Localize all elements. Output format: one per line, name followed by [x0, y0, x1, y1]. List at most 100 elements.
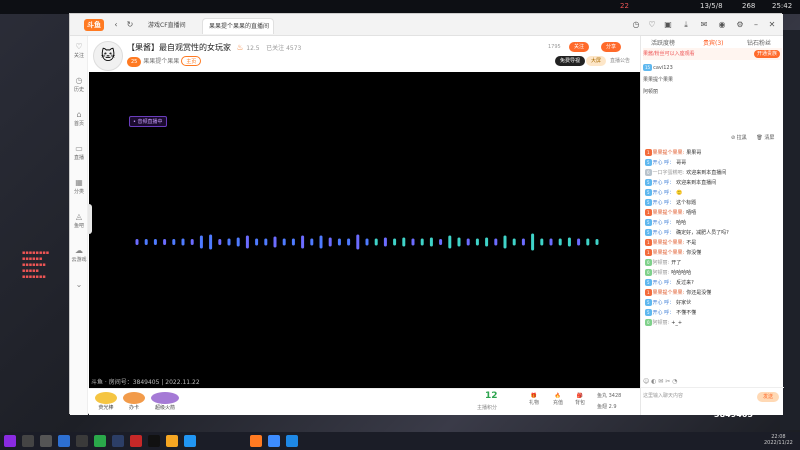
chat-message[interactable]: 5 开心 呼： 好家伙: [641, 298, 784, 308]
gift-box-button[interactable]: 🎁 礼物: [529, 393, 539, 406]
chat-nick[interactable]: 果果提个果果:: [653, 210, 685, 216]
chat-message[interactable]: 1 果果提个果果: 不是: [641, 238, 784, 248]
chat-nick[interactable]: 果果提个果果:: [653, 240, 685, 246]
chat-nick[interactable]: 开心 呼：: [653, 230, 675, 236]
streamer-avatar[interactable]: 🐱: [93, 41, 123, 71]
gift-rocket[interactable]: 超级火箭: [151, 392, 179, 412]
chat-message[interactable]: 0 阿顿丽: 哈哈哈哈: [641, 268, 784, 278]
chat-message[interactable]: 5 开心 呼： 确定好，减肥人员了吗?: [641, 228, 784, 238]
app-icon[interactable]: [76, 435, 88, 447]
chat-message[interactable]: 1 果果提个果果: 你还是没懂: [641, 288, 784, 298]
clear-button[interactable]: 🗑 清屏: [756, 135, 774, 141]
back-icon[interactable]: ‹: [110, 19, 122, 31]
sidebar-item-live[interactable]: ▭ 直播: [70, 144, 88, 168]
sidebar-item-home[interactable]: ⌂ 首页: [70, 110, 88, 134]
sidebar-expand[interactable]: ⌄: [70, 280, 88, 304]
chat-message[interactable]: 5 开心 呼： 不懂不懂: [641, 308, 784, 318]
chat-message[interactable]: 5 开心 呼： 欢迎来到本直播间: [641, 178, 784, 188]
app-icon[interactable]: [286, 435, 298, 447]
chat-input-row: ☺ ◐ ✉ ✂ ◔ 这里输入聊天内容 发送: [641, 378, 784, 415]
share-button[interactable]: 分享: [601, 42, 622, 52]
video-player[interactable]: • 音频直播中 斗鱼 · 房间号：3849405 | 2022.11.22: [89, 72, 640, 388]
announcement-link[interactable]: 直播公告: [605, 56, 635, 66]
big-screen-tag[interactable]: 大屏: [586, 56, 607, 66]
tab-vip[interactable]: 贵宾(3): [703, 38, 724, 47]
app-icon[interactable]: [166, 435, 178, 447]
chat-message[interactable]: 5 开心 呼： 这个标题: [641, 198, 784, 208]
close-icon[interactable]: ✕: [766, 19, 778, 31]
chat-message[interactable]: 0 阿顿丽: +_+: [641, 318, 784, 328]
chat-nick[interactable]: 阿顿丽:: [653, 270, 670, 276]
chat-nick[interactable]: 开心 呼：: [653, 300, 675, 306]
block-button[interactable]: ⊘ 拉黑: [731, 135, 747, 141]
send-button[interactable]: 发送: [757, 392, 779, 402]
chat-message[interactable]: 5 开心 呼： 反过来?: [641, 278, 784, 288]
chat-nick[interactable]: 开心 呼：: [653, 200, 675, 206]
recharge-button[interactable]: 🔥 充值: [553, 393, 563, 406]
sidebar-item-cloudgame[interactable]: ☁ 云游戏: [70, 246, 88, 270]
chat-message[interactable]: 1 果果提个果果: 果果哥: [641, 148, 784, 158]
streamer-name[interactable]: 果果提个果果: [143, 58, 179, 65]
homepage-tag[interactable]: 主页: [181, 56, 202, 66]
chat-nick[interactable]: 开心 呼：: [653, 310, 675, 316]
clock-icon[interactable]: ◷: [630, 19, 642, 31]
steam-icon[interactable]: [112, 435, 124, 447]
sidebar-item-history[interactable]: ◷ 历史: [70, 76, 88, 100]
heart-icon[interactable]: ♡: [646, 19, 658, 31]
chat-message[interactable]: 1 果果提个果果: 你没懂: [641, 248, 784, 258]
search-icon[interactable]: [22, 435, 34, 447]
minimize-icon[interactable]: –: [750, 19, 762, 31]
chat-message[interactable]: 5 开心 呼： 🙂: [641, 188, 784, 198]
chat-nick[interactable]: 阿顿丽:: [653, 320, 670, 326]
chat-nick[interactable]: 果果提个果果:: [653, 250, 685, 256]
tab-diamond-fans[interactable]: 钻石粉丝: [747, 38, 771, 47]
vip-user[interactable]: 果果提个果果: [643, 74, 782, 86]
chat-nick[interactable]: 开心 呼：: [653, 190, 675, 196]
emoji-toolbar[interactable]: ☺ ◐ ✉ ✂ ◔: [643, 378, 677, 385]
chat-nick[interactable]: 阿顿丽:: [653, 260, 670, 266]
chat-nick[interactable]: 一口字蛋糕吧:: [653, 170, 685, 176]
app-icon[interactable]: [94, 435, 106, 447]
message-icon[interactable]: ✉: [698, 19, 710, 31]
video-icon[interactable]: ▣: [662, 19, 674, 31]
app-icon[interactable]: [130, 435, 142, 447]
start-icon[interactable]: [4, 435, 16, 447]
chat-nick[interactable]: 开心 呼：: [653, 180, 675, 186]
avatar[interactable]: ◉: [716, 19, 728, 31]
follow-button[interactable]: 关注: [569, 42, 590, 52]
refresh-icon[interactable]: ↻: [124, 19, 136, 31]
open-noble-button[interactable]: 开通贵族: [753, 50, 780, 58]
sidebar-item-category[interactable]: ▦ 分类: [70, 178, 88, 202]
sidebar-item-fishbar[interactable]: ◬ 鱼吧: [70, 212, 88, 236]
chat-message[interactable]: 0 一口字蛋糕吧: 欢迎来到本直播间: [641, 168, 784, 178]
sidebar-item-follow[interactable]: ♡ 关注: [70, 42, 88, 66]
taskview-icon[interactable]: [40, 435, 52, 447]
download-icon[interactable]: ⤓: [680, 19, 692, 31]
settings-icon[interactable]: ⚙: [734, 19, 746, 31]
app-icon[interactable]: [148, 435, 160, 447]
app-icon[interactable]: [268, 435, 280, 447]
tab-activity[interactable]: 活跃度榜: [651, 38, 675, 47]
tab-game[interactable]: 游戏CF直播间: [142, 18, 202, 34]
sidebar-collapse-handle[interactable]: [88, 204, 92, 234]
chat-nick[interactable]: 开心 呼：: [653, 220, 675, 226]
chat-message[interactable]: 5 开心 呼： 哥哥: [641, 158, 784, 168]
vip-user[interactable]: 阿顿丽: [643, 86, 782, 98]
vip-row[interactable]: 15 cavi123: [643, 62, 782, 74]
chat-nick[interactable]: 果果提个果果:: [653, 290, 685, 296]
gift-card[interactable]: 办卡: [123, 392, 145, 412]
app-icon[interactable]: [184, 435, 196, 447]
free-gift-button[interactable]: 免费导视: [555, 56, 586, 66]
backpack-button[interactable]: 🎒 背包: [575, 393, 585, 406]
tab-room[interactable]: 果果提个果果的直播间: [202, 18, 274, 34]
chat-message[interactable]: 1 果果提个果果: 嘻嘻: [641, 208, 784, 218]
gift-glowstick[interactable]: 荧光棒: [95, 392, 117, 412]
douyu-taskbar-icon[interactable]: [250, 435, 262, 447]
chat-nick[interactable]: 果果提个果果:: [653, 150, 685, 156]
chat-message[interactable]: 5 开心 呼： 哈哈: [641, 218, 784, 228]
chat-nick[interactable]: 开心 呼：: [653, 160, 675, 166]
chat-nick[interactable]: 开心 呼：: [653, 280, 675, 286]
chat-message[interactable]: 0 阿顿丽: 开了: [641, 258, 784, 268]
edge-icon[interactable]: [58, 435, 70, 447]
chat-input[interactable]: 这里输入聊天内容: [643, 392, 753, 402]
